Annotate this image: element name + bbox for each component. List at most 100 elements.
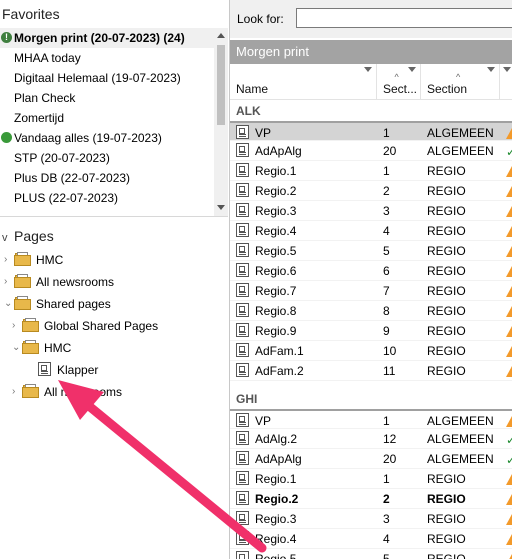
sort-asc-icon	[395, 72, 403, 82]
group-header[interactable]: ALK	[230, 101, 512, 121]
scroll-up-icon[interactable]	[217, 33, 225, 38]
table-row[interactable]: AdApAlg 20 ALGEMEEN ✓	[230, 449, 512, 469]
row-name-label: AdFam.1	[255, 344, 304, 358]
table-row[interactable]: Regio.1 1 REGIO	[230, 161, 512, 181]
row-section-cell: REGIO	[427, 164, 466, 178]
row-name-label: AdFam.2	[255, 364, 304, 378]
chevron-down-icon[interactable]: ⌄	[4, 294, 14, 314]
table-row[interactable]: Regio.5 5 REGIO	[230, 241, 512, 261]
page-icon	[236, 223, 249, 237]
row-section-cell: REGIO	[427, 184, 466, 198]
column-header-row: Name Sect... Section	[230, 64, 512, 100]
column-name[interactable]: Name	[230, 64, 377, 100]
tree-item[interactable]: › All newsrooms	[12, 382, 122, 402]
page-icon	[236, 551, 249, 559]
favorite-item[interactable]: Plan Check	[0, 88, 214, 108]
row-status-cell: ✓	[506, 449, 512, 469]
table-row[interactable]: Regio.6 6 REGIO	[230, 261, 512, 281]
row-name-label: VP	[255, 126, 272, 140]
table-row[interactable]: Regio.1 1 REGIO	[230, 469, 512, 489]
row-name-cell: Regio.2	[236, 489, 298, 509]
tree-item[interactable]: ⌄ Shared pages	[4, 294, 111, 314]
table-row[interactable]: Regio.3 3 REGIO	[230, 201, 512, 221]
row-name-label: AdApAlg	[255, 452, 302, 466]
page-icon	[236, 243, 249, 257]
tree-item[interactable]: Klapper	[20, 360, 98, 380]
chevron-right-icon[interactable]: ›	[12, 316, 22, 336]
warning-icon	[506, 186, 512, 197]
table-row[interactable]: Regio.4 4 REGIO	[230, 529, 512, 549]
warning-icon	[506, 266, 512, 277]
column-sect[interactable]: Sect...	[377, 64, 421, 100]
row-name-cell: AdApAlg	[236, 141, 302, 161]
filter-icon[interactable]	[503, 67, 511, 72]
table-row[interactable]: VP 1 ALGEMEEN	[230, 121, 512, 141]
chevron-down-icon[interactable]: ⌄	[12, 338, 22, 358]
row-section-cell: REGIO	[427, 472, 466, 486]
table-row[interactable]: VP 1 ALGEMEEN	[230, 409, 512, 429]
row-section-cell: REGIO	[427, 244, 466, 258]
favorite-item-label: PLUS (22-07-2023)	[14, 191, 119, 205]
tree-item-label: HMC	[36, 253, 64, 267]
row-sect-cell: 12	[383, 432, 397, 446]
filter-icon[interactable]	[487, 67, 495, 72]
column-section[interactable]: Section	[421, 64, 500, 100]
favorite-item[interactable]: ! Morgen print (20-07-2023) (24)	[0, 28, 214, 48]
row-name-cell: Regio.7	[236, 281, 296, 301]
row-name-cell: AdFam.2	[236, 361, 304, 381]
table-row[interactable]: Regio.3 3 REGIO	[230, 509, 512, 529]
table-row[interactable]: Regio.4 4 REGIO	[230, 221, 512, 241]
row-status-cell	[506, 321, 512, 341]
check-icon: ✓	[506, 433, 512, 447]
favorite-item[interactable]: PLUS (22-07-2023)	[0, 188, 214, 208]
column-status[interactable]	[500, 64, 512, 100]
tree-item[interactable]: › All newsrooms	[4, 272, 114, 292]
page-icon	[236, 451, 249, 465]
table-row[interactable]: AdFam.2 11 REGIO	[230, 361, 512, 381]
row-sect-cell: 3	[383, 204, 390, 218]
table-row[interactable]: AdApAlg 20 ALGEMEEN ✓	[230, 141, 512, 161]
favorite-item[interactable]: Digitaal Helemaal (19-07-2023)	[0, 68, 214, 88]
chevron-right-icon[interactable]: ›	[12, 382, 22, 402]
scroll-thumb[interactable]	[217, 45, 225, 125]
pages-header[interactable]: v Pages	[0, 224, 54, 248]
tree-item[interactable]: ⌄ HMC	[12, 338, 71, 358]
row-status-cell	[506, 529, 512, 549]
table-row[interactable]: Regio.2 2 REGIO	[230, 489, 512, 509]
filter-icon[interactable]	[364, 67, 372, 72]
table-row[interactable]: Regio.2 2 REGIO	[230, 181, 512, 201]
tree-item[interactable]: › HMC	[4, 250, 63, 270]
warning-icon	[506, 366, 512, 377]
favorite-item[interactable]: Zomertijd	[0, 108, 214, 128]
table-row[interactable]: Regio.7 7 REGIO	[230, 281, 512, 301]
row-status-cell	[506, 549, 512, 559]
table-row[interactable]: Regio.5 5 REGIO	[230, 549, 512, 559]
row-name-cell: VP	[236, 411, 271, 431]
chevron-right-icon[interactable]: ›	[4, 272, 14, 292]
page-icon	[236, 491, 249, 505]
row-sect-cell: 9	[383, 324, 390, 338]
row-status-cell	[506, 509, 512, 529]
scroll-down-icon[interactable]	[217, 205, 225, 210]
chevron-down-icon[interactable]: v	[2, 226, 14, 250]
table-row[interactable]: AdFam.1 10 REGIO	[230, 341, 512, 361]
pane-divider[interactable]	[0, 216, 228, 217]
favorite-item[interactable]: Plus DB (22-07-2023)	[0, 168, 214, 188]
table-row[interactable]: Regio.8 8 REGIO	[230, 301, 512, 321]
filter-icon[interactable]	[408, 67, 416, 72]
favorites-scrollbar[interactable]	[214, 28, 228, 216]
table-row[interactable]: Regio.9 9 REGIO	[230, 321, 512, 341]
chevron-right-icon[interactable]: ›	[4, 250, 14, 270]
row-sect-cell: 1	[383, 414, 390, 428]
column-sect-label: Sect...	[383, 82, 418, 96]
page-icon	[236, 143, 249, 157]
favorite-item[interactable]: STP (20-07-2023)	[0, 148, 214, 168]
favorite-item[interactable]: Vandaag alles (19-07-2023)	[0, 128, 214, 148]
folder-icon	[22, 340, 40, 354]
page-icon	[236, 125, 249, 139]
tree-item[interactable]: › Global Shared Pages	[12, 316, 158, 336]
table-row[interactable]: AdAlg.2 12 ALGEMEEN ✓	[230, 429, 512, 449]
favorite-item[interactable]: MHAA today	[0, 48, 214, 68]
search-input[interactable]	[296, 8, 512, 28]
group-header[interactable]: GHI	[230, 389, 512, 409]
